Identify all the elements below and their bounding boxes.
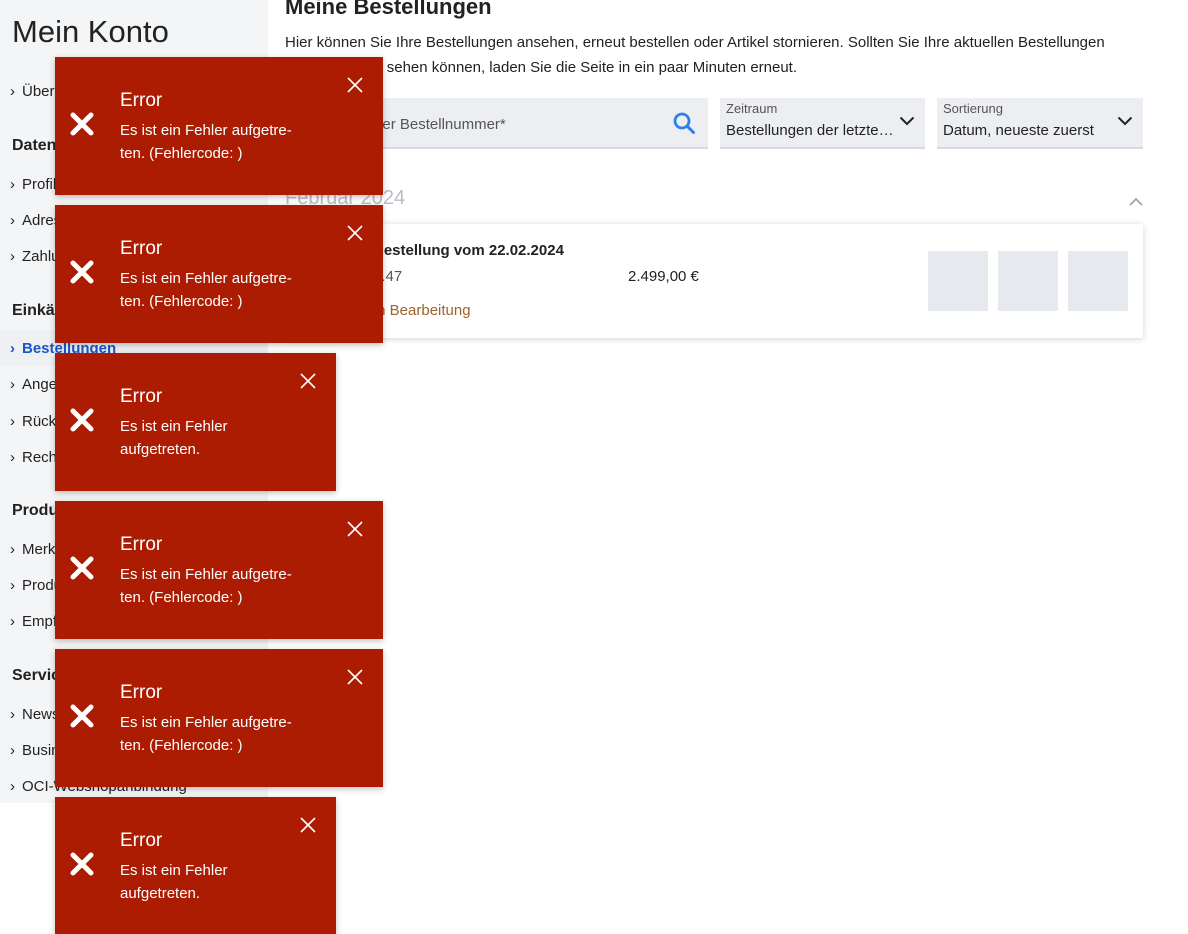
sidebar-title: Mein Konto	[12, 14, 169, 49]
error-toast: Error Es ist ein Fehler aufgetre- ten. (…	[55, 501, 383, 639]
chevron-right-icon: ›	[10, 448, 15, 466]
toast-message: Es ist ein Fehler aufgetre- ten. (Fehler…	[120, 122, 292, 162]
search-icon[interactable]	[672, 111, 696, 135]
page-description: Hier können Sie Ihre Bestellungen ansehe…	[285, 34, 1105, 76]
toast-title: Error	[120, 830, 163, 851]
period-select[interactable]: Zeitraum Bestellungen der letzten 6 Mona…	[720, 98, 925, 149]
product-thumbnail[interactable]	[998, 251, 1058, 311]
chevron-up-icon[interactable]	[1129, 197, 1143, 206]
sort-label: Sortierung	[943, 101, 1003, 116]
close-icon[interactable]	[299, 816, 317, 834]
toast-title: Error	[120, 238, 163, 259]
x-icon	[70, 408, 94, 432]
error-toast: Error Es ist ein Fehler aufgetre- ten. (…	[55, 57, 383, 195]
chevron-right-icon: ›	[10, 175, 15, 193]
sort-value: Datum, neueste zuerst	[943, 122, 1094, 139]
order-title: Bestellung vom 22.02.2024	[373, 242, 564, 259]
toast-message: Es ist ein Fehler aufgetre- ten. (Fehler…	[120, 270, 292, 310]
chevron-right-icon: ›	[10, 82, 15, 100]
chevron-right-icon: ›	[10, 777, 15, 795]
sidebar-item-label: Profil	[22, 175, 57, 193]
error-toast: Error Es ist ein Fehler aufgetre- ten. (…	[55, 649, 383, 787]
error-toast: Error Es ist ein Fehler aufgetreten.	[55, 797, 336, 934]
chevron-right-icon: ›	[10, 247, 15, 265]
sidebar-group-data: Daten	[12, 137, 57, 154]
x-icon	[70, 704, 94, 728]
page-title: Meine Bestellungen	[285, 0, 492, 19]
toast-title: Error	[120, 682, 163, 703]
chevron-right-icon: ›	[10, 705, 15, 723]
toast-title: Error	[120, 386, 163, 407]
toast-message: Es ist ein Fehler aufgetreten.	[120, 862, 228, 902]
x-icon	[70, 112, 94, 136]
x-icon	[70, 852, 94, 876]
close-icon[interactable]	[346, 520, 364, 538]
chevron-right-icon: ›	[10, 375, 15, 393]
period-value: Bestellungen der letzten 6 Monate	[726, 122, 894, 139]
x-icon	[70, 556, 94, 580]
toast-message: Es ist ein Fehler aufgetreten.	[120, 418, 228, 458]
chevron-right-icon: ›	[10, 412, 15, 430]
order-card[interactable]: Bestellung vom 22.02.2024 ...47 2.499,00…	[285, 224, 1143, 338]
close-icon[interactable]	[346, 224, 364, 242]
product-thumbnail[interactable]	[1068, 251, 1128, 311]
chevron-right-icon: ›	[10, 339, 15, 357]
toast-title: Error	[120, 534, 163, 555]
toast-message: Es ist ein Fehler aufgetre- ten. (Fehler…	[120, 566, 292, 606]
chevron-right-icon: ›	[10, 741, 15, 759]
product-thumbnail[interactable]	[928, 251, 988, 311]
chevron-right-icon: ›	[10, 576, 15, 594]
close-icon[interactable]	[346, 668, 364, 686]
chevron-right-icon: ›	[10, 540, 15, 558]
toast-message: Es ist ein Fehler aufgetre- ten. (Fehler…	[120, 714, 292, 754]
period-label: Zeitraum	[726, 101, 778, 116]
error-toast: Error Es ist ein Fehler aufgetreten.	[55, 353, 336, 491]
chevron-right-icon: ›	[10, 211, 15, 229]
order-status: In Bearbeitung	[373, 302, 471, 319]
toast-title: Error	[120, 90, 163, 111]
chevron-right-icon: ›	[10, 612, 15, 630]
close-icon[interactable]	[346, 76, 364, 94]
chevron-down-icon	[1117, 116, 1133, 126]
error-toast: Error Es ist ein Fehler aufgetre- ten. (…	[55, 205, 383, 343]
order-price: 2.499,00 €	[628, 268, 699, 285]
chevron-down-icon	[899, 116, 915, 126]
close-icon[interactable]	[299, 372, 317, 390]
sort-select[interactable]: Sortierung Datum, neueste zuerst	[937, 98, 1143, 149]
x-icon	[70, 260, 94, 284]
